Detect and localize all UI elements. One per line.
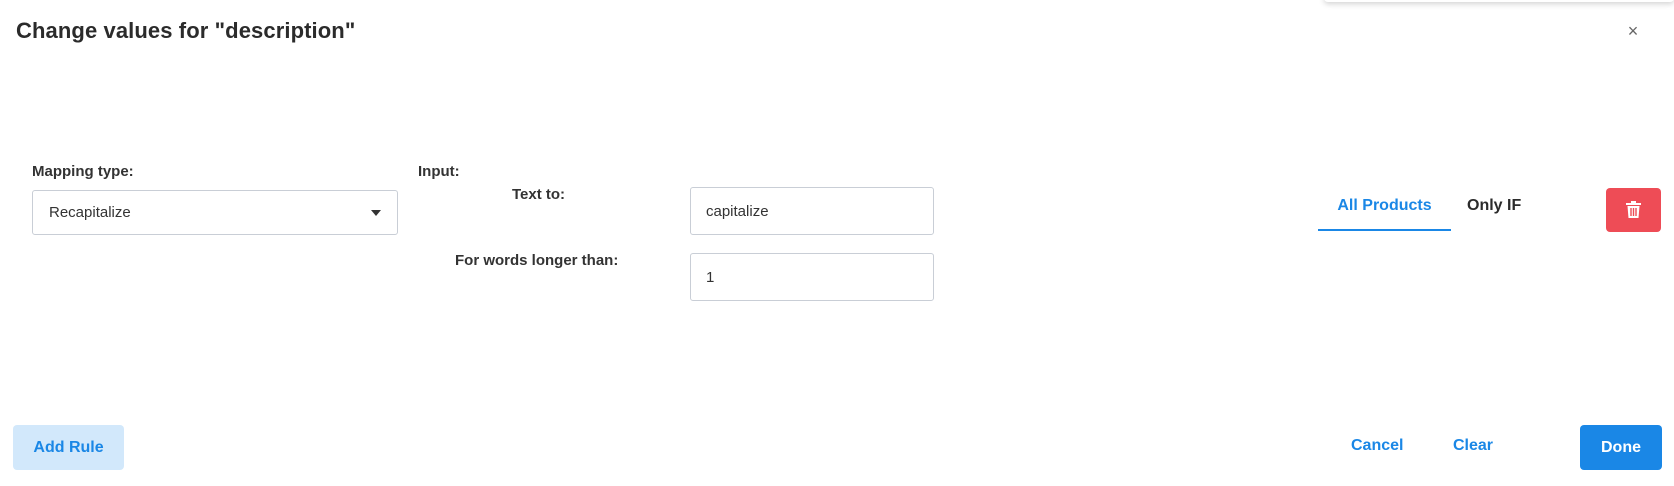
delete-rule-button[interactable]	[1606, 188, 1661, 232]
dialog-title: Change values for "description"	[16, 18, 356, 43]
background-panel-shadow	[1324, 0, 1674, 2]
close-icon[interactable]: ×	[1622, 20, 1644, 42]
input-label: Input:	[418, 163, 460, 180]
mapping-type-select[interactable]: Recapitalize	[32, 190, 398, 235]
text-to-label: Text to:	[512, 186, 566, 203]
cancel-button[interactable]: Cancel	[1351, 437, 1403, 455]
mapping-type-selected-value: Recapitalize	[49, 204, 131, 221]
tab-all-products[interactable]: All Products	[1318, 197, 1451, 231]
clear-button[interactable]: Clear	[1453, 437, 1493, 455]
words-longer-input[interactable]	[690, 253, 934, 301]
words-longer-label: For words longer than:	[455, 252, 619, 269]
change-values-dialog: Change values for "description" × Mappin…	[0, 0, 1674, 486]
tab-only-if[interactable]: Only IF	[1467, 197, 1521, 215]
mapping-type-label: Mapping type:	[32, 163, 134, 180]
done-button[interactable]: Done	[1580, 425, 1662, 470]
caret-down-icon	[371, 210, 381, 216]
add-rule-button[interactable]: Add Rule	[13, 425, 124, 470]
text-to-input[interactable]	[690, 187, 934, 235]
trash-icon	[1626, 201, 1641, 218]
